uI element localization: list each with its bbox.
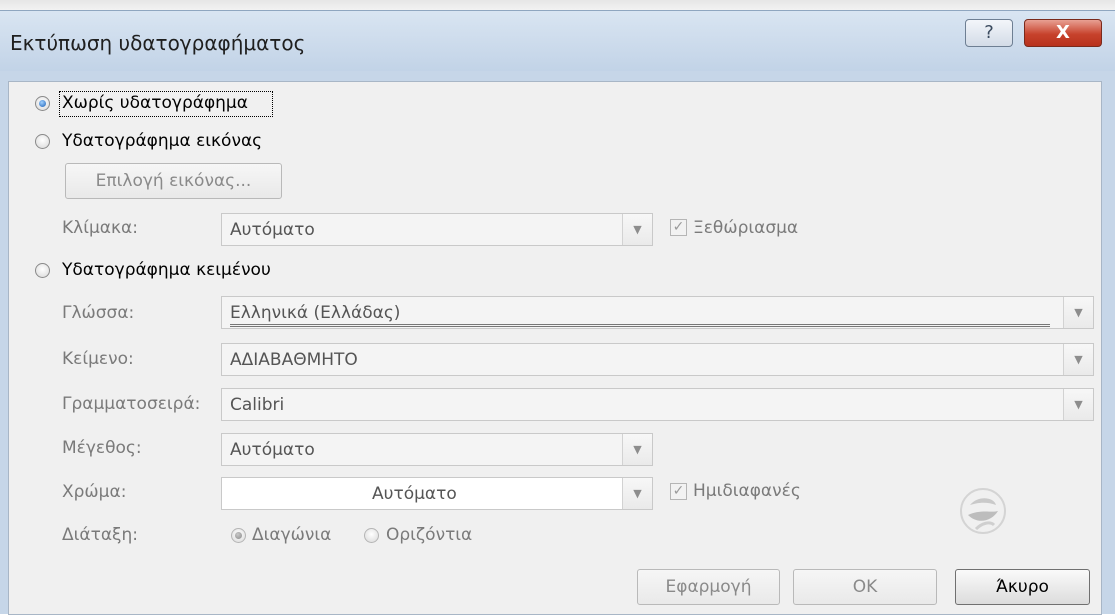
chevron-down-icon[interactable]: ▼ [622, 434, 652, 465]
title-bar[interactable]: Εκτύπωση υδατογραφήματος ? X [0, 11, 1115, 71]
picture-watermark-radio[interactable] [35, 134, 50, 149]
text-label: Κείμενο: [62, 349, 134, 369]
color-combobox[interactable]: Αυτόματο ▼ [221, 477, 653, 510]
layout-label: Διάταξη: [62, 525, 139, 545]
apply-button[interactable]: Εφαρμογή [637, 569, 780, 605]
scale-label: Κλίμακα: [62, 218, 138, 238]
scale-value: Αυτόματο [230, 220, 315, 240]
scale-combobox[interactable]: Αυτόματο ▼ [221, 213, 653, 246]
chevron-down-icon[interactable]: ▼ [622, 478, 652, 509]
no-watermark-radio[interactable] [35, 96, 50, 111]
language-value: Ελληνικά (Ελλάδας) [230, 303, 1050, 327]
text-combobox[interactable]: ΑΔΙΑΒΑΘΜΗΤΟ ▼ [221, 343, 1094, 376]
help-icon: ? [984, 22, 994, 43]
dialog-title: Εκτύπωση υδατογραφήματος [10, 31, 306, 55]
checkmark-icon: ✓ [672, 483, 685, 499]
semitransparent-label: Ημιδιαφανές [693, 481, 801, 501]
font-value: Calibri [230, 395, 285, 415]
no-watermark-label[interactable]: Χωρίς υδατογράφημα [62, 93, 248, 113]
checkmark-icon: ✓ [672, 219, 685, 235]
chevron-down-icon[interactable]: ▼ [1063, 389, 1093, 420]
text-watermark-label[interactable]: Υδατογράφημα κειμένου [62, 260, 271, 280]
picture-watermark-label[interactable]: Υδατογράφημα εικόνας [62, 131, 262, 151]
chevron-down-icon[interactable]: ▼ [1063, 344, 1093, 375]
select-picture-button[interactable]: Επιλογή εικόνας... [65, 163, 282, 199]
language-combobox[interactable]: Ελληνικά (Ελλάδας) ▼ [221, 296, 1094, 329]
chevron-down-icon[interactable]: ▼ [622, 214, 652, 245]
close-icon: X [1056, 22, 1070, 43]
color-label: Χρώμα: [62, 482, 127, 502]
close-button[interactable]: X [1024, 19, 1102, 47]
layout-diagonal-radio[interactable] [231, 528, 246, 543]
size-combobox[interactable]: Αυτόματο ▼ [221, 433, 653, 466]
chevron-down-icon[interactable]: ▼ [1063, 297, 1093, 328]
semitransparent-checkbox[interactable]: ✓ [670, 483, 687, 500]
size-label: Μέγεθος: [62, 438, 142, 458]
ok-button[interactable]: OK [793, 569, 937, 605]
color-value: Αυτόματο [372, 484, 457, 504]
washout-label: Ξεθώριασμα [693, 218, 799, 238]
washout-checkbox[interactable]: ✓ [670, 219, 687, 236]
help-button[interactable]: ? [965, 19, 1013, 47]
watermark-logo-icon [960, 488, 1006, 534]
layout-horizontal-label[interactable]: Οριζόντια [386, 525, 472, 545]
cancel-button[interactable]: Άκυρο [955, 569, 1090, 605]
size-value: Αυτόματο [230, 440, 315, 460]
font-label: Γραμματοσειρά: [62, 394, 201, 414]
watermark-dialog: Εκτύπωση υδατογραφήματος ? X Χωρίς υδατο… [0, 10, 1115, 615]
font-combobox[interactable]: Calibri ▼ [221, 388, 1094, 421]
layout-horizontal-radio[interactable] [364, 528, 379, 543]
text-value: ΑΔΙΑΒΑΘΜΗΤΟ [230, 350, 358, 370]
dialog-body: Χωρίς υδατογράφημα Υδατογράφημα εικόνας … [8, 81, 1102, 615]
layout-diagonal-label[interactable]: Διαγώνια [252, 525, 331, 545]
language-label: Γλώσσα: [62, 303, 135, 323]
text-watermark-radio[interactable] [35, 263, 50, 278]
